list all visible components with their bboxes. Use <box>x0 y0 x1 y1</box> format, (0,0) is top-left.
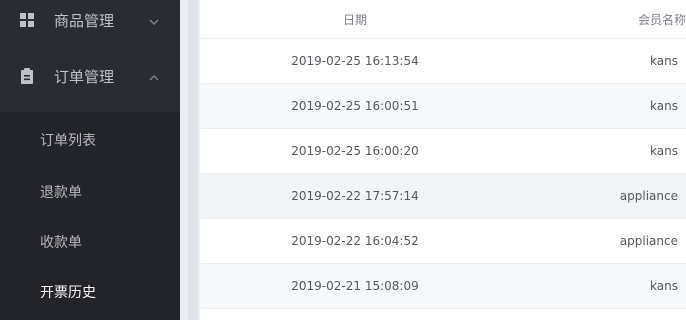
sidebar-item-label: 开票历史 <box>40 285 96 301</box>
column-header-date[interactable]: 日期 <box>200 11 510 28</box>
menu-group-orders[interactable]: 订单管理 <box>0 40 180 112</box>
sidebar-item-order-list[interactable]: 订单列表 <box>0 112 180 167</box>
menu-group-label: 订单管理 <box>54 67 115 86</box>
cell-date: 2019-02-22 17:57:14 <box>291 189 419 203</box>
cell-member: kans <box>650 99 678 113</box>
grid-icon <box>19 12 35 28</box>
cell-member: kans <box>650 54 678 68</box>
invoice-table: 日期 会员名称 2019-02-25 16:13:54 kans 2019-02… <box>200 0 686 320</box>
cell-date: 2019-02-22 16:04:52 <box>291 234 419 248</box>
table-row[interactable]: 2019-02-21 15:08:09 kans <box>200 264 686 309</box>
sidebar: 商品管理 订单管理 订单列表 退款单 收款单 开票历史 <box>0 0 180 320</box>
chevron-up-icon <box>148 70 160 82</box>
table-row[interactable]: 2019-02-22 17:57:14 appliance <box>200 174 686 219</box>
cell-member: appliance <box>619 234 678 248</box>
sidebar-item-invoice-history[interactable]: 开票历史 <box>0 267 180 317</box>
menu-group-products[interactable]: 商品管理 <box>0 0 180 40</box>
cell-date: 2019-02-25 16:00:51 <box>291 99 419 113</box>
cell-date: 2019-02-25 16:00:20 <box>291 144 419 158</box>
table-row[interactable]: 2019-02-25 16:00:51 kans <box>200 84 686 129</box>
menu-group-label: 商品管理 <box>54 11 115 30</box>
column-header-member[interactable]: 会员名称 <box>510 11 686 28</box>
order-submenu: 订单列表 退款单 收款单 开票历史 <box>0 112 180 320</box>
table-row[interactable]: 2019-02-25 16:00:20 kans <box>200 129 686 174</box>
chevron-down-icon <box>148 14 160 26</box>
table-row[interactable]: 2019-02-25 16:13:54 kans <box>200 39 686 84</box>
cell-member: appliance <box>619 189 678 203</box>
sidebar-item-receipts[interactable]: 收款单 <box>0 217 180 267</box>
content-gutter <box>180 0 200 320</box>
clipboard-icon <box>19 68 35 84</box>
sidebar-item-label: 退款单 <box>40 185 82 201</box>
cell-member: kans <box>650 144 678 158</box>
table-row[interactable]: 2019-02-22 16:04:52 appliance <box>200 219 686 264</box>
sidebar-item-label: 收款单 <box>40 235 82 251</box>
sidebar-item-label: 订单列表 <box>40 132 96 149</box>
table-header: 日期 会员名称 <box>200 0 686 39</box>
cell-date: 2019-02-21 15:08:09 <box>291 279 419 293</box>
sidebar-item-refunds[interactable]: 退款单 <box>0 167 180 217</box>
cell-date: 2019-02-25 16:13:54 <box>291 54 419 68</box>
cell-member: kans <box>650 279 678 293</box>
